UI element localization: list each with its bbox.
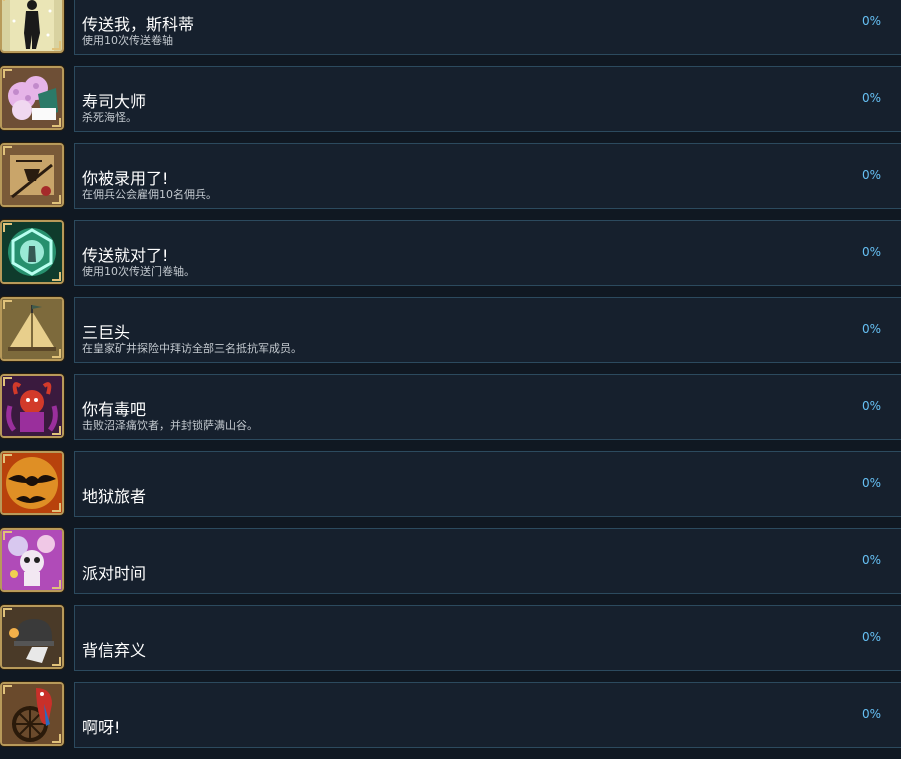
achievement-description: 杀死海怪。: [82, 111, 137, 124]
achievement-panel: 传送就对了! 使用10次传送门卷轴。 0%: [74, 220, 901, 286]
silhouette-portal-icon: [0, 0, 64, 53]
achievement-panel: 地狱旅者 0%: [74, 451, 901, 517]
achievement-row[interactable]: 背信弃义 0%: [0, 605, 901, 671]
unlock-percentage: 0%: [861, 245, 881, 259]
achievement-row[interactable]: 地狱旅者 0%: [0, 451, 901, 517]
parrot-wheel-icon: [0, 682, 64, 746]
achievement-panel: 寿司大师 杀死海怪。 0%: [74, 66, 901, 132]
achievement-row[interactable]: 三巨头 在皇家矿井探险中拜访全部三名抵抗军成员。 0%: [0, 297, 901, 363]
achievement-list: 传送我，斯科蒂 使用10次传送卷轴 0% 寿司大师 杀死海怪。 0% 你被录用了! 在佣兵公会…: [0, 0, 901, 759]
achievement-title: 啊呀!: [82, 718, 121, 737]
achievement-title: 地狱旅者: [82, 487, 147, 506]
unlock-percentage: 0%: [861, 630, 881, 644]
achievement-row[interactable]: 你被录用了! 在佣兵公会雇佣10名佣兵。 0%: [0, 143, 901, 209]
achievement-panel: 背信弃义 0%: [74, 605, 901, 671]
hiring-scroll-icon: [0, 143, 64, 207]
portal-icon: [0, 220, 64, 284]
achievement-description: 在佣兵公会雇佣10名佣兵。: [82, 188, 217, 201]
achievement-panel: 派对时间 0%: [74, 528, 901, 594]
achievement-panel: 啊呀! 0%: [74, 682, 901, 748]
party-skull-icon: [0, 528, 64, 592]
achievement-row[interactable]: 你有毒吧 击败沼泽痛饮者，并封锁萨满山谷。 0%: [0, 374, 901, 440]
achievement-description: 击败沼泽痛饮者，并封锁萨满山谷。: [82, 419, 258, 432]
unlock-percentage: 0%: [861, 476, 881, 490]
achievement-row[interactable]: 寿司大师 杀死海怪。 0%: [0, 66, 901, 132]
achievement-description: 使用10次传送门卷轴。: [82, 265, 195, 278]
sushi-icon: [0, 66, 64, 130]
achievement-row[interactable]: 传送就对了! 使用10次传送门卷轴。 0%: [0, 220, 901, 286]
unlock-percentage: 0%: [861, 322, 881, 336]
unlock-percentage: 0%: [861, 553, 881, 567]
unlock-percentage: 0%: [861, 91, 881, 105]
achievement-title: 派对时间: [82, 564, 147, 583]
unlock-percentage: 0%: [861, 168, 881, 182]
achievement-description: 在皇家矿井探险中拜访全部三名抵抗军成员。: [82, 342, 302, 355]
achievement-panel: 你被录用了! 在佣兵公会雇佣10名佣兵。 0%: [74, 143, 901, 209]
helmet-icon: [0, 605, 64, 669]
achievement-title: 背信弃义: [82, 641, 147, 660]
unlock-percentage: 0%: [861, 14, 881, 28]
unlock-percentage: 0%: [861, 707, 881, 721]
achievement-panel: 三巨头 在皇家矿井探险中拜访全部三名抵抗军成员。 0%: [74, 297, 901, 363]
unlock-percentage: 0%: [861, 399, 881, 413]
tent-icon: [0, 297, 64, 361]
achievement-panel: 传送我，斯科蒂 使用10次传送卷轴 0%: [74, 0, 901, 55]
hell-bats-icon: [0, 451, 64, 515]
achievement-row[interactable]: 派对时间 0%: [0, 528, 901, 594]
achievement-row[interactable]: 传送我，斯科蒂 使用10次传送卷轴 0%: [0, 0, 901, 55]
achievement-description: 使用10次传送卷轴: [82, 34, 173, 47]
achievement-row[interactable]: 啊呀! 0%: [0, 682, 901, 748]
poison-demon-icon: [0, 374, 64, 438]
achievement-panel: 你有毒吧 击败沼泽痛饮者，并封锁萨满山谷。 0%: [74, 374, 901, 440]
